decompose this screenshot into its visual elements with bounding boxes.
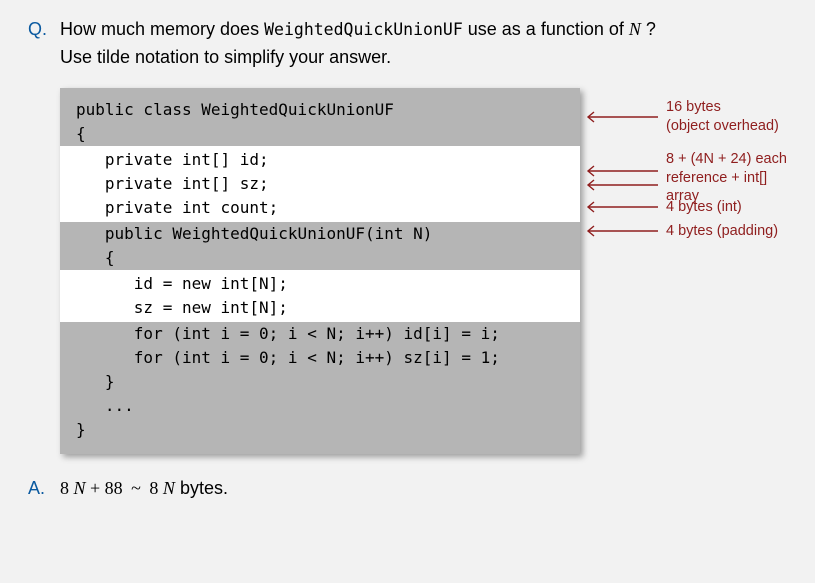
ans-const: 88 (105, 478, 123, 498)
code-line: for (int i = 0; i < N; i++) id[i] = i; (60, 322, 580, 346)
code-line: sz = new int[N]; (60, 296, 580, 322)
question-line-2: Use tilde notation to simplify your answ… (28, 44, 787, 72)
ans-rhs-coeff: 8 (149, 478, 158, 498)
q-l1-mid: use as a function of (463, 19, 629, 39)
q-l1-var: N (629, 19, 641, 39)
question-block: Q. How much memory does WeightedQuickUni… (28, 16, 787, 72)
anno2-line1: 8 + (4N + 24) each (666, 150, 787, 169)
ans-rhs-var: N (163, 478, 175, 498)
annotation-text: 16 bytes (object overhead) (666, 98, 779, 136)
question-marker: Q. (28, 16, 60, 44)
answer-marker: A. (28, 478, 60, 499)
question-line-1: Q. How much memory does WeightedQuickUni… (28, 16, 787, 44)
anno1-line1: 16 bytes (666, 98, 779, 117)
code-line: { (60, 122, 580, 146)
q-l1-pre: How much memory does (60, 19, 264, 39)
ans-lhs-var: N (74, 478, 86, 498)
q-l1-post: ? (641, 19, 656, 39)
answer-block: A. 8 N + 88 ~ 8 N bytes. (28, 478, 787, 499)
annotation-int: 4 bytes (int) (580, 198, 742, 217)
q-l1-classname: WeightedQuickUnionUF (264, 20, 463, 39)
code-line: id = new int[N]; (60, 270, 580, 296)
question-text-1: How much memory does WeightedQuickUnionU… (60, 16, 787, 44)
arrow-left-icon (580, 224, 660, 238)
page: Q. How much memory does WeightedQuickUni… (0, 0, 815, 515)
ans-plus: + (86, 478, 105, 498)
code-line: public WeightedQuickUnionUF(int N) (60, 222, 580, 246)
annotation-padding: 4 bytes (padding) (580, 222, 778, 241)
code-line: { (60, 246, 580, 270)
code-box: public class WeightedQuickUnionUF { priv… (60, 88, 580, 454)
code-line: private int count; (60, 196, 580, 222)
figure-row: public class WeightedQuickUnionUF { priv… (28, 88, 787, 454)
code-line: for (int i = 0; i < N; i++) sz[i] = 1; (60, 346, 580, 370)
ans-lhs-coeff: 8 (60, 478, 69, 498)
code-line: ... (60, 394, 580, 418)
ans-tilde: ~ (127, 478, 145, 498)
annotation-text: 4 bytes (int) (666, 198, 742, 217)
code-line: private int[] id; (60, 146, 580, 172)
answer-text: 8 N + 88 ~ 8 N bytes. (60, 478, 228, 499)
arrow-left-icon (580, 110, 660, 124)
anno1-line2: (object overhead) (666, 117, 779, 136)
double-arrow-left-icon (580, 164, 660, 192)
code-line: } (60, 418, 580, 442)
code-line: private int[] sz; (60, 172, 580, 196)
code-line: public class WeightedQuickUnionUF (60, 98, 580, 122)
ans-unit: bytes. (175, 478, 228, 498)
annotation-text: 4 bytes (padding) (666, 222, 778, 241)
arrow-left-icon (580, 200, 660, 214)
code-line: } (60, 370, 580, 394)
annotation-object-overhead: 16 bytes (object overhead) (580, 98, 779, 136)
